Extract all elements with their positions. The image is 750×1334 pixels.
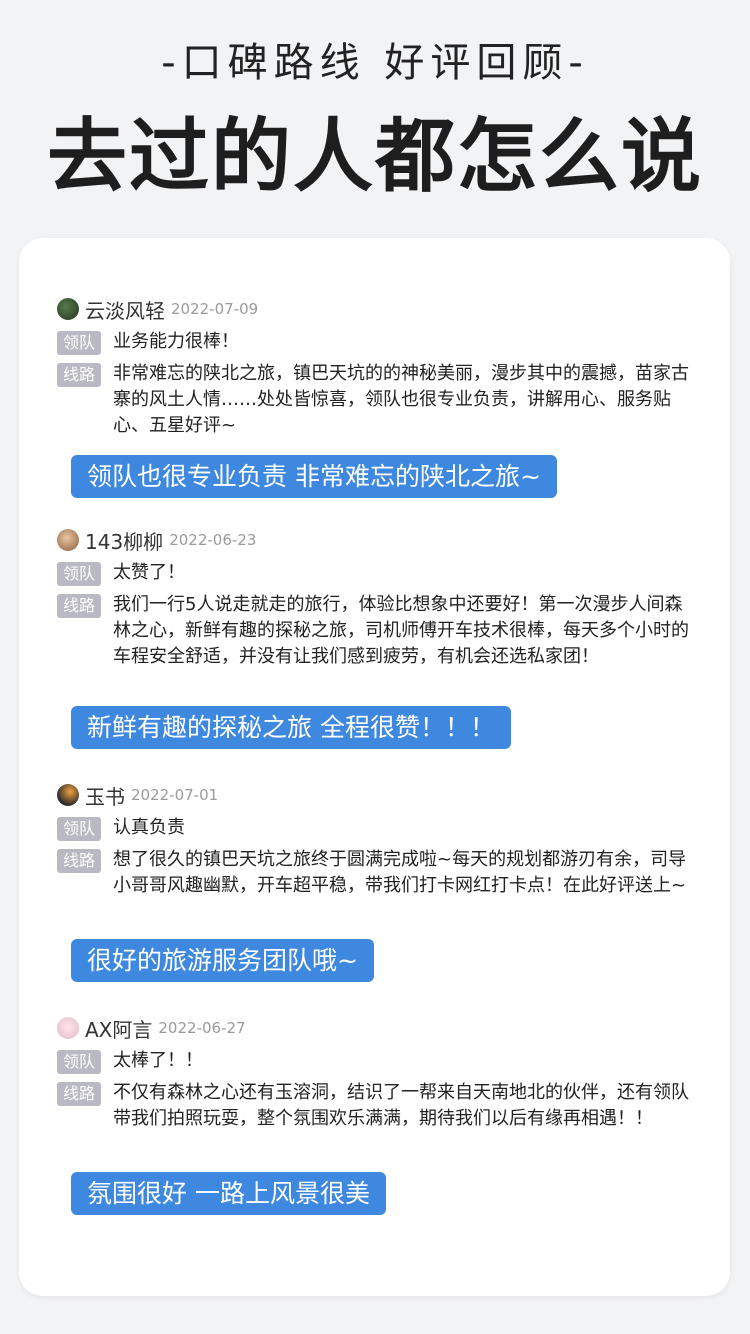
page-title: 去过的人都怎么说 (47, 110, 703, 203)
route-comment-row: 线路 不仅有森林之心还有玉溶洞，结识了一帮来自天南地北的伙伴，还有领队带我们拍照… (57, 1080, 697, 1132)
route-comment: 非常难忘的陕北之旅，镇巴天坑的的神秘美丽，漫步其中的震撼，苗家古寨的风土人情……… (113, 363, 689, 436)
route-tag: 线路 (57, 849, 101, 873)
leader-comment-row: 领队 太棒了！！ (57, 1048, 697, 1074)
route-comment: 想了很久的镇巴天坑之旅终于圆满完成啦~每天的规划都游刃有余，司导小哥哥风趣幽默，… (113, 849, 687, 896)
route-comment-row: 线路 非常难忘的陕北之旅，镇巴天坑的的神秘美丽，漫步其中的震撼，苗家古寨的风土人… (57, 361, 697, 439)
username: 玉书 (85, 784, 125, 809)
avatar (57, 529, 79, 551)
leader-tag: 领队 (57, 331, 101, 355)
avatar (57, 784, 79, 806)
review-item: 玉书 2022-07-01 领队 认真负责 线路 想了很久的镇巴天坑之旅终于圆满… (57, 781, 697, 899)
review-item: AX阿言 2022-06-27 领队 太棒了！！ 线路 不仅有森林之心还有玉溶洞… (57, 1014, 697, 1132)
review-user-row: 玉书 2022-07-01 (57, 781, 697, 809)
leader-tag: 领队 (57, 1050, 101, 1074)
highlight-banner: 很好的旅游服务团队哦~ (71, 939, 374, 982)
leader-comment: 认真负责 (113, 817, 185, 838)
leader-tag: 领队 (57, 562, 101, 586)
route-tag: 线路 (57, 1082, 101, 1106)
review-user-row: 云淡风轻 2022-07-09 (57, 295, 697, 323)
review-user-row: AX阿言 2022-06-27 (57, 1014, 697, 1042)
route-comment-row: 线路 我们一行5人说走就走的旅行，体验比想象中还要好！第一次漫步人间森林之心，新… (57, 592, 697, 670)
page-subtitle: -口碑路线 好评回顾- (161, 40, 589, 86)
leader-comment-row: 领队 认真负责 (57, 815, 697, 841)
highlight-banner: 领队也很专业负责 非常难忘的陕北之旅~ (71, 455, 557, 498)
leader-comment-row: 领队 太赞了！ (57, 560, 697, 586)
route-comment-row: 线路 想了很久的镇巴天坑之旅终于圆满完成啦~每天的规划都游刃有余，司导小哥哥风趣… (57, 847, 697, 899)
username: 云淡风轻 (85, 298, 165, 323)
header: -口碑路线 好评回顾- 去过的人都怎么说 (0, 0, 750, 230)
review-item: 云淡风轻 2022-07-09 领队 业务能力很棒！ 线路 非常难忘的陕北之旅，… (57, 295, 697, 439)
username: 143柳柳 (85, 529, 164, 554)
review-item: 143柳柳 2022-06-23 领队 太赞了！ 线路 我们一行5人说走就走的旅… (57, 526, 697, 670)
route-tag: 线路 (57, 594, 101, 618)
leader-comment: 太赞了！ (113, 562, 185, 583)
highlight-banner: 新鲜有趣的探秘之旅 全程很赞！！！ (71, 706, 511, 749)
review-date: 2022-07-09 (171, 300, 259, 318)
review-date: 2022-07-01 (131, 786, 219, 804)
leader-comment-row: 领队 业务能力很棒！ (57, 329, 697, 355)
route-comment: 我们一行5人说走就走的旅行，体验比想象中还要好！第一次漫步人间森林之心，新鲜有趣… (113, 594, 689, 667)
leader-comment: 太棒了！！ (113, 1050, 203, 1071)
review-date: 2022-06-27 (158, 1019, 246, 1037)
review-user-row: 143柳柳 2022-06-23 (57, 526, 697, 554)
route-tag: 线路 (57, 363, 101, 387)
highlight-banner: 氛围很好 一路上风景很美 (71, 1172, 386, 1215)
leader-comment: 业务能力很棒！ (113, 331, 239, 352)
review-date: 2022-06-23 (169, 531, 257, 549)
leader-tag: 领队 (57, 817, 101, 841)
avatar (57, 298, 79, 320)
route-comment: 不仅有森林之心还有玉溶洞，结识了一帮来自天南地北的伙伴，还有领队带我们拍照玩耍，… (113, 1082, 689, 1129)
avatar (57, 1017, 79, 1039)
reviews-card: 云淡风轻 2022-07-09 领队 业务能力很棒！ 线路 非常难忘的陕北之旅，… (19, 238, 730, 1296)
username: AX阿言 (85, 1017, 153, 1042)
